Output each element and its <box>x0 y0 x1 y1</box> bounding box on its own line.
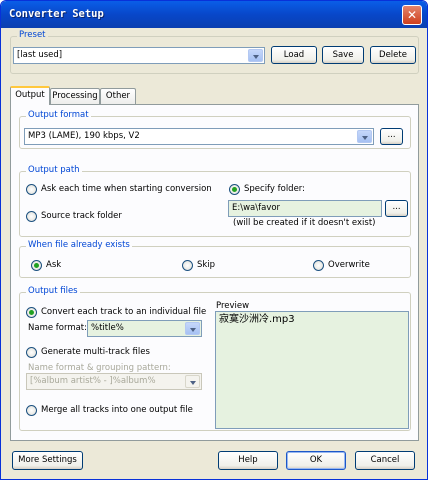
title-bar[interactable]: Converter Setup ✕ <box>1 1 427 28</box>
output-files-legend: Output files <box>26 286 80 296</box>
tab-output[interactable]: Output <box>10 86 50 105</box>
name-format-label: Name format: <box>28 323 88 333</box>
ok-button[interactable]: OK <box>286 451 346 470</box>
close-icon[interactable]: ✕ <box>402 5 422 25</box>
merge-tracks-radio[interactable] <box>26 405 37 416</box>
chevron-down-icon[interactable] <box>185 322 200 335</box>
save-button[interactable]: Save <box>322 46 364 64</box>
chevron-down-icon[interactable] <box>248 49 263 62</box>
load-button[interactable]: Load <box>271 46 317 64</box>
window-title: Converter Setup <box>9 8 104 20</box>
multitrack-radio[interactable] <box>26 347 37 358</box>
grouping-pattern-select[interactable]: [%album artist% - ]%album% <box>26 373 202 390</box>
preset-legend: Preset <box>17 30 48 40</box>
tab-processing[interactable]: Processing <box>50 88 100 105</box>
output-format-value: MP3 (LAME), 190 kbps, V2 <box>28 131 140 141</box>
grouping-pattern-value: [%album artist% - ]%album% <box>30 376 156 386</box>
preview-box: 寂寞沙洲冷.mp3 <box>215 311 409 429</box>
name-format-value: %title% <box>91 323 124 333</box>
exists-skip-label: Skip <box>197 260 216 270</box>
exists-overwrite-label: Overwrite <box>328 260 370 270</box>
output-path-legend: Output path <box>26 165 82 175</box>
merge-tracks-label: Merge all tracks into one output file <box>41 405 193 415</box>
convert-each-label: Convert each track to an individual file <box>41 307 207 317</box>
tab-other[interactable]: Other <box>100 88 136 105</box>
more-settings-button[interactable]: More Settings <box>12 451 83 470</box>
source-track-folder-radio[interactable] <box>26 211 37 222</box>
preview-label: Preview <box>216 301 250 311</box>
exists-overwrite-radio[interactable] <box>313 260 324 271</box>
output-format-select[interactable]: MP3 (LAME), 190 kbps, V2 <box>24 128 374 145</box>
output-format-browse-button[interactable]: ... <box>380 128 403 145</box>
converter-setup-window: Converter Setup ✕ Preset [last used] Loa… <box>0 0 428 480</box>
chevron-down-icon[interactable] <box>357 130 372 143</box>
preview-filename: 寂寞沙洲冷.mp3 <box>219 314 295 325</box>
ask-each-time-radio[interactable] <box>26 184 37 195</box>
folder-note: (will be created if it doesn't exist) <box>233 218 376 228</box>
exists-ask-radio[interactable] <box>31 260 42 271</box>
ask-each-time-label: Ask each time when starting conversion <box>41 184 212 194</box>
name-format-select[interactable]: %title% <box>87 320 202 337</box>
specify-folder-label: Specify folder: <box>244 184 306 194</box>
folder-browse-button[interactable]: ... <box>385 200 408 217</box>
preset-select-value: [last used] <box>17 50 63 60</box>
exists-ask-label: Ask <box>46 260 62 270</box>
chevron-down-icon <box>185 375 200 388</box>
delete-button[interactable]: Delete <box>370 46 416 64</box>
multitrack-label: Generate multi-track files <box>41 347 150 357</box>
cancel-button[interactable]: Cancel <box>355 451 415 470</box>
exists-skip-radio[interactable] <box>182 260 193 271</box>
convert-each-radio[interactable] <box>26 307 37 318</box>
preset-select[interactable]: [last used] <box>13 47 265 64</box>
source-track-folder-label: Source track folder <box>41 211 122 221</box>
help-button[interactable]: Help <box>218 451 278 470</box>
grouping-pattern-label: Name format & grouping pattern: <box>28 363 171 373</box>
file-exists-legend: When file already exists <box>26 240 132 250</box>
folder-path-field[interactable]: E:\wa\favor <box>228 200 382 217</box>
specify-folder-radio[interactable] <box>229 184 240 195</box>
output-format-legend: Output format <box>26 110 91 120</box>
